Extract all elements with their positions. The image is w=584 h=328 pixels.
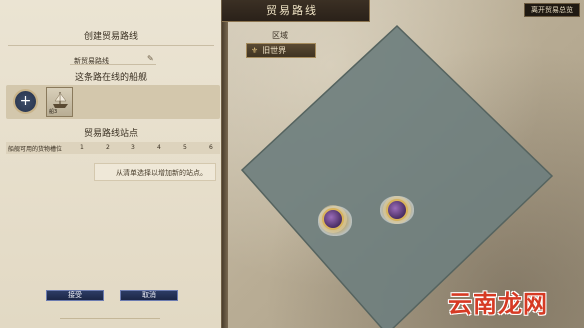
panel-title: 创建贸易路线 bbox=[83, 32, 138, 42]
watermark: 云南龙网 bbox=[448, 290, 548, 318]
region-diamond[interactable] bbox=[242, 26, 552, 328]
page-title: 贸易路线 bbox=[214, 0, 370, 22]
city-marker-icon[interactable] bbox=[322, 208, 344, 230]
divider bbox=[70, 64, 156, 65]
ship-icon bbox=[53, 92, 68, 108]
region-label: 区域 bbox=[272, 31, 288, 40]
cargo-slots-label: 船舰可用的货物槽位 bbox=[8, 146, 63, 153]
region-selector[interactable]: ⚜ 旧世界 bbox=[246, 43, 316, 58]
stops-section-title: 贸易路线站点 bbox=[83, 129, 138, 139]
ships-band bbox=[6, 85, 220, 119]
cargo-slot[interactable]: 5 bbox=[183, 144, 187, 151]
city-marker-icon[interactable] bbox=[386, 199, 408, 221]
ship-card[interactable]: 船3 bbox=[46, 87, 73, 117]
cargo-slot[interactable]: 4 bbox=[157, 144, 161, 151]
cargo-slot[interactable]: 1 bbox=[80, 144, 84, 151]
region-name: 旧世界 bbox=[262, 46, 287, 55]
leave-trade-overview-button[interactable]: 离开贸易总览 bbox=[524, 3, 580, 17]
cargo-slot[interactable]: 6 bbox=[209, 144, 213, 151]
divider bbox=[8, 45, 214, 46]
cargo-slot[interactable]: 2 bbox=[106, 144, 110, 151]
add-ship-button[interactable]: + bbox=[13, 89, 38, 114]
ship-label: 船3 bbox=[49, 109, 58, 115]
bottom-ornament bbox=[60, 318, 160, 328]
pencil-icon[interactable]: ✎ bbox=[147, 54, 154, 63]
cancel-button[interactable]: 取消 bbox=[120, 290, 178, 301]
hint-text: 从清单选择以增加新的站点。 bbox=[116, 169, 207, 177]
map-frame-left bbox=[222, 0, 228, 328]
ships-section-title: 这条路在线的船舰 bbox=[74, 73, 147, 83]
crest-icon: ⚜ bbox=[251, 46, 259, 55]
cargo-slot[interactable]: 3 bbox=[131, 144, 135, 151]
accept-button[interactable]: 接受 bbox=[46, 290, 104, 301]
